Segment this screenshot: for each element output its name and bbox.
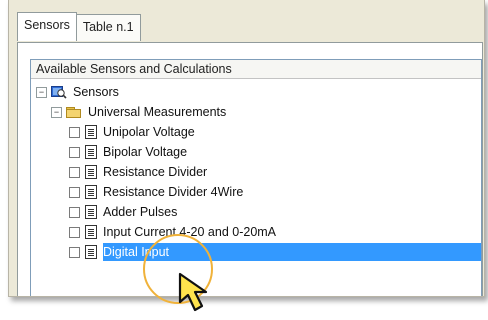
item-checkbox[interactable] (69, 246, 80, 258)
document-icon (85, 185, 97, 199)
document-icon (85, 125, 97, 139)
item-checkbox[interactable] (69, 186, 80, 198)
sensors-icon (51, 85, 67, 99)
tree-item-resistance-divider[interactable]: Resistance Divider (69, 162, 209, 182)
tab-bar: Sensors Table n.1 (17, 11, 141, 41)
group-title: Available Sensors and Calculations (31, 60, 481, 79)
item-checkbox[interactable] (69, 126, 80, 138)
item-checkbox[interactable] (69, 166, 80, 178)
item-checkbox[interactable] (69, 206, 80, 218)
collapse-icon[interactable]: − (51, 106, 62, 118)
tree-item-digital-input[interactable]: Digital Input (69, 242, 481, 262)
tree-node-sensors[interactable]: − Sensors (36, 82, 121, 102)
document-icon (85, 245, 97, 259)
tree-item-label: Bipolar Voltage (103, 145, 188, 159)
available-sensors-group: Available Sensors and Calculations − Sen… (30, 59, 482, 296)
tree-node-label: Sensors (73, 85, 119, 99)
tree-item-unipolar-voltage[interactable]: Unipolar Voltage (69, 122, 197, 142)
sensors-window: Sensors Table n.1 Available Sensors and … (8, 0, 485, 297)
tree-item-adder-pulses[interactable]: Adder Pulses (69, 202, 179, 222)
screenshot-stage: Sensors Table n.1 Available Sensors and … (0, 0, 488, 320)
tree-item-label: Unipolar Voltage (103, 125, 195, 139)
tree-item-resistance-divider-4wire[interactable]: Resistance Divider 4Wire (69, 182, 245, 202)
tree-item-label: Input Current 4-20 and 0-20mA (103, 225, 277, 239)
tree-node-universal-measurements[interactable]: − Universal Measurements (51, 102, 228, 122)
folder-icon (66, 106, 82, 118)
tab-sensors[interactable]: Sensors (17, 12, 77, 41)
document-icon (85, 165, 97, 179)
document-icon (85, 145, 97, 159)
tree-item-label: Resistance Divider (103, 165, 208, 179)
tab-table-n1[interactable]: Table n.1 (76, 14, 141, 41)
item-checkbox[interactable] (69, 146, 80, 158)
document-icon (85, 205, 97, 219)
tree-node-label: Universal Measurements (88, 105, 227, 119)
sensors-tab-panel: Available Sensors and Calculations − Sen… (17, 42, 483, 296)
tree-item-label: Adder Pulses (103, 205, 178, 219)
tree-item-input-current[interactable]: Input Current 4-20 and 0-20mA (69, 222, 278, 242)
document-icon (85, 225, 97, 239)
tree-item-bipolar-voltage[interactable]: Bipolar Voltage (69, 142, 189, 162)
tree-item-label: Resistance Divider 4Wire (103, 185, 244, 199)
tree-item-label: Digital Input (103, 245, 170, 259)
item-checkbox[interactable] (69, 226, 80, 238)
collapse-icon[interactable]: − (36, 86, 47, 98)
arrow-cursor-icon (178, 272, 222, 318)
